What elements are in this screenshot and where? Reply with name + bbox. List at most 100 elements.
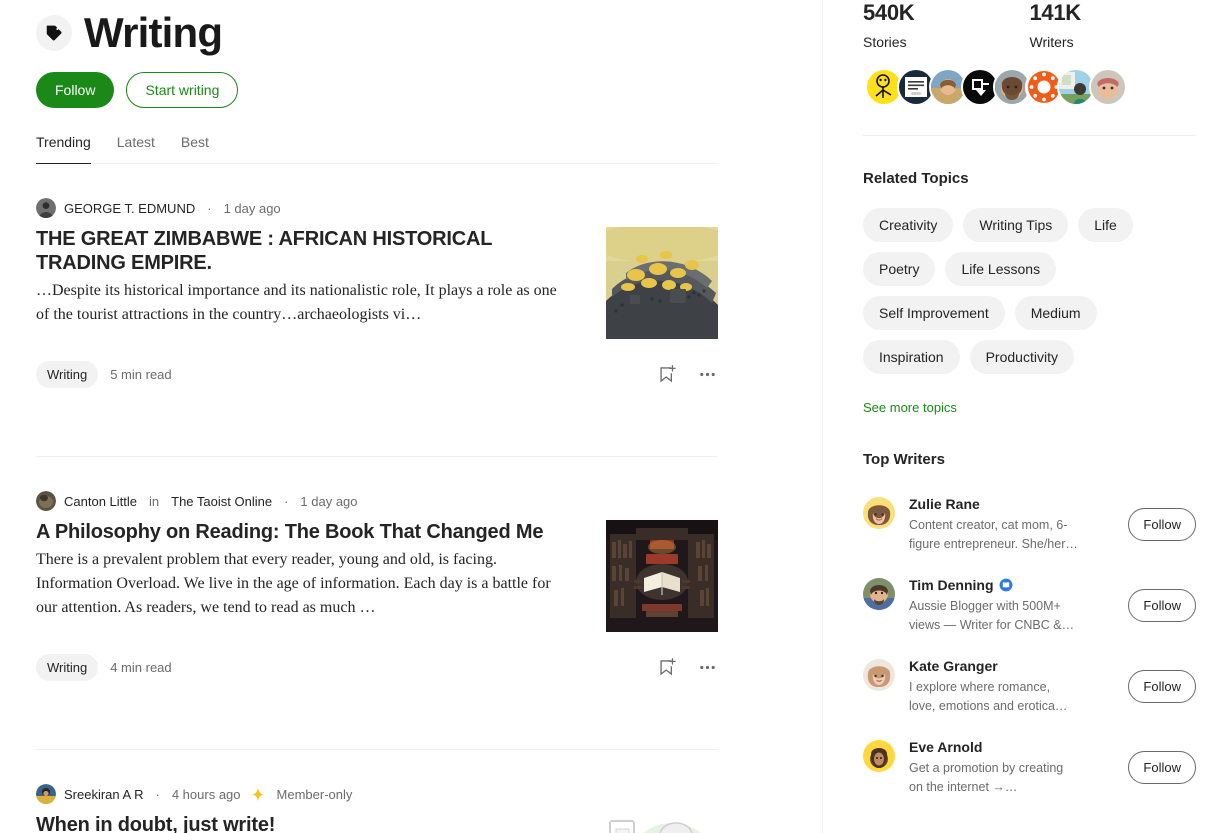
page-title: Writing xyxy=(84,9,223,56)
writer-info: Zulie Rane Content creator, cat mom, 6-f… xyxy=(909,495,1079,554)
publish-time: 1 day ago xyxy=(300,493,358,509)
topic-actions: Follow Start writing xyxy=(36,72,822,108)
publish-time: 1 day ago xyxy=(223,200,281,216)
article-thumbnail[interactable] xyxy=(606,813,718,833)
topic-stats: 540K Stories 141K Writers xyxy=(863,0,1196,50)
article-body: THE GREAT ZIMBABWE : AFRICAN HISTORICAL … xyxy=(36,227,718,339)
bookmark-plus-icon[interactable] xyxy=(656,364,677,385)
writer-row[interactable]: Kate Granger I explore where romance, lo… xyxy=(863,645,1196,726)
article-card[interactable]: GEORGE T. EDMUND · 1 day ago THE GREAT Z… xyxy=(36,164,718,422)
article-card[interactable]: Canton Little in The Taoist Online · 1 d… xyxy=(36,456,718,715)
top-writers-list: Zulie Rane Content creator, cat mom, 6-f… xyxy=(863,483,1196,807)
writer-bio: Content creator, cat mom, 6-figure entre… xyxy=(909,518,1078,551)
writer-name[interactable]: Kate Granger xyxy=(909,657,998,675)
article-excerpt: …Despite its historical importance and i… xyxy=(36,282,557,323)
in-label: in xyxy=(149,493,160,509)
article-title[interactable]: A Philosophy on Reading: The Book That C… xyxy=(36,520,564,544)
topic-chip-inspiration[interactable]: Inspiration xyxy=(863,340,960,374)
stat-writers: 141K Writers xyxy=(1030,0,1197,50)
main-feed-column: Writing Follow Start writing Trending La… xyxy=(0,0,823,833)
bookmark-plus-icon[interactable] xyxy=(656,657,677,678)
follow-writer-button[interactable]: Follow xyxy=(1128,751,1196,784)
byline: GEORGE T. EDMUND · 1 day ago xyxy=(36,198,718,218)
tag-icon xyxy=(36,15,72,51)
start-writing-button[interactable]: Start writing xyxy=(126,72,239,108)
follow-topic-button[interactable]: Follow xyxy=(36,72,115,108)
topic-header: Writing xyxy=(36,0,822,54)
sidebar: 540K Stories 141K Writers Related Topics… xyxy=(823,0,1220,833)
topic-chip-life-lessons[interactable]: Life Lessons xyxy=(945,252,1057,286)
member-only-label: Member-only xyxy=(276,786,353,802)
writer-name-row: Zulie Rane xyxy=(909,495,1079,513)
tab-best[interactable]: Best xyxy=(181,134,209,163)
article-body: When in doubt, just write! A mind dump t… xyxy=(36,813,718,833)
follow-writer-button[interactable]: Follow xyxy=(1128,508,1196,541)
ellipsis-icon[interactable] xyxy=(697,657,718,678)
stat-label: Writers xyxy=(1029,34,1074,50)
article-tag[interactable]: Writing xyxy=(36,361,99,388)
author-name[interactable]: GEORGE T. EDMUND xyxy=(64,201,195,216)
avatar xyxy=(1089,68,1127,106)
topic-chip-creativity[interactable]: Creativity xyxy=(863,208,954,242)
stat-value: 540K xyxy=(863,0,915,25)
topic-chip-poetry[interactable]: Poetry xyxy=(863,252,936,286)
writer-name[interactable]: Tim Denning xyxy=(909,576,994,594)
publication-name[interactable]: The Taoist Online xyxy=(171,494,272,509)
topic-chip-writing-tips[interactable]: Writing Tips xyxy=(963,208,1069,242)
avatar xyxy=(36,784,56,804)
writer-avatar-stack[interactable] xyxy=(863,68,1196,106)
topic-chip-productivity[interactable]: Productivity xyxy=(969,340,1074,374)
author-name[interactable]: Sreekiran A R xyxy=(64,787,144,802)
stat-value: 141K xyxy=(1029,0,1082,25)
writer-name-row: Eve Arnold xyxy=(909,738,1079,756)
writer-row[interactable]: Zulie Rane Content creator, cat mom, 6-f… xyxy=(863,483,1196,564)
byline-separator: · xyxy=(284,493,289,509)
top-writers-heading: Top Writers xyxy=(863,451,945,468)
writer-name[interactable]: Zulie Rane xyxy=(909,495,980,513)
byline: Sreekiran A R · 4 hours ago Member-only xyxy=(36,784,718,804)
topic-chip-medium[interactable]: Medium xyxy=(1014,296,1097,330)
divider xyxy=(863,135,1196,136)
follow-writer-button[interactable]: Follow xyxy=(1128,670,1196,703)
writer-row[interactable]: Eve Arnold Get a promotion by creating o… xyxy=(863,726,1196,807)
byline-separator: · xyxy=(155,786,160,802)
verified-badge-icon xyxy=(999,578,1013,592)
writer-name-row: Tim Denning xyxy=(909,576,1079,594)
byline: Canton Little in The Taoist Online · 1 d… xyxy=(36,491,718,511)
article-thumbnail[interactable] xyxy=(606,227,718,339)
article-card[interactable]: Sreekiran A R · 4 hours ago Member-only … xyxy=(36,749,718,833)
writer-info: Kate Granger I explore where romance, lo… xyxy=(909,657,1079,716)
avatar xyxy=(863,659,895,691)
article-tag[interactable]: Writing xyxy=(36,654,99,681)
author-name[interactable]: Canton Little xyxy=(64,494,137,509)
writer-info: Eve Arnold Get a promotion by creating o… xyxy=(909,738,1079,797)
ellipsis-icon[interactable] xyxy=(697,364,718,385)
writer-name-row: Kate Granger xyxy=(909,657,1079,675)
writer-name[interactable]: Eve Arnold xyxy=(909,738,982,756)
see-more-topics-link[interactable]: See more topics xyxy=(863,400,957,415)
related-topics-list: Creativity Writing Tips Life Poetry Life… xyxy=(863,208,1193,374)
article-text: THE GREAT ZIMBABWE : AFRICAN HISTORICAL … xyxy=(36,227,564,339)
article-text: When in doubt, just write! A mind dump t… xyxy=(36,813,564,833)
article-title[interactable]: When in doubt, just write! xyxy=(36,813,564,833)
article-footer: Writing 4 min read xyxy=(36,654,718,715)
read-time: 5 min read xyxy=(110,367,172,382)
feed-tabs: Trending Latest Best xyxy=(36,134,718,164)
related-topics-heading: Related Topics xyxy=(863,170,969,187)
byline-separator: · xyxy=(207,200,212,216)
topic-chip-life[interactable]: Life xyxy=(1078,208,1133,242)
article-footer: Writing 5 min read xyxy=(36,361,718,422)
tab-trending[interactable]: Trending xyxy=(36,134,91,164)
article-title[interactable]: THE GREAT ZIMBABWE : AFRICAN HISTORICAL … xyxy=(36,227,564,275)
follow-writer-button[interactable]: Follow xyxy=(1128,589,1196,622)
article-thumbnail[interactable] xyxy=(606,520,718,632)
read-time: 4 min read xyxy=(110,660,172,675)
writer-row[interactable]: Tim Denning Aussie Blogger with 500M+ vi… xyxy=(863,564,1196,645)
article-excerpt: There is a prevalent problem that every … xyxy=(36,551,551,616)
avatar xyxy=(863,740,895,772)
tab-latest[interactable]: Latest xyxy=(117,134,155,163)
topic-chip-self-improvement[interactable]: Self Improvement xyxy=(863,296,1005,330)
avatar xyxy=(863,578,895,610)
avatar xyxy=(36,198,56,218)
topic-page: Writing Follow Start writing Trending La… xyxy=(0,0,1220,833)
